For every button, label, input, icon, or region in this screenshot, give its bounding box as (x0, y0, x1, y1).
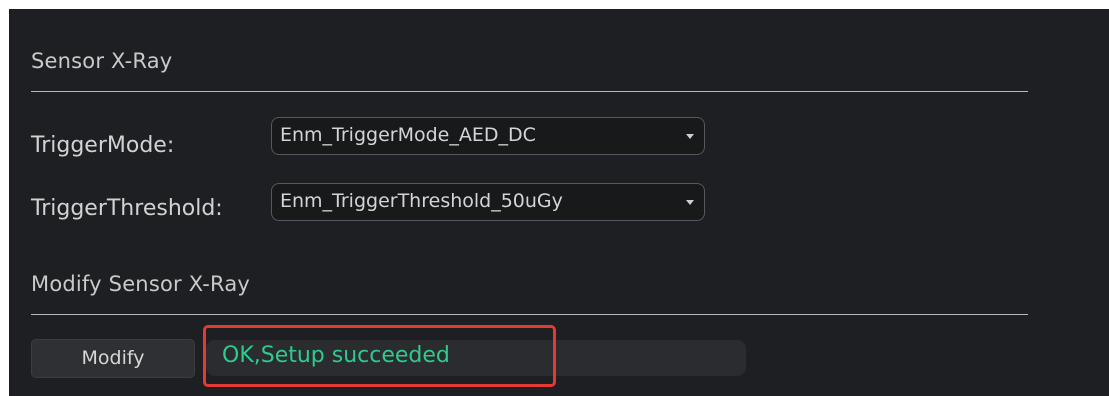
chevron-down-icon (686, 134, 694, 139)
status-field: OK,Setup succeeded (206, 340, 746, 376)
trigger-mode-dropdown[interactable]: Enm_TriggerMode_AED_DC (271, 117, 705, 155)
status-message: OK,Setup succeeded (222, 343, 450, 368)
sensor-xray-panel: Sensor X-Ray TriggerMode: Enm_TriggerMod… (9, 9, 1109, 396)
section-divider (31, 91, 1028, 92)
trigger-mode-label: TriggerMode: (31, 133, 175, 158)
modify-button[interactable]: Modify (31, 339, 195, 378)
section-divider (31, 314, 1028, 315)
section-title-modify-sensor-xray: Modify Sensor X-Ray (31, 272, 251, 296)
trigger-threshold-dropdown[interactable]: Enm_TriggerThreshold_50uGy (271, 183, 705, 221)
chevron-down-icon (686, 200, 694, 205)
trigger-threshold-label: TriggerThreshold: (31, 196, 223, 221)
section-title-sensor-xray: Sensor X-Ray (31, 49, 173, 73)
trigger-threshold-value: Enm_TriggerThreshold_50uGy (280, 190, 563, 212)
trigger-mode-value: Enm_TriggerMode_AED_DC (280, 124, 536, 146)
